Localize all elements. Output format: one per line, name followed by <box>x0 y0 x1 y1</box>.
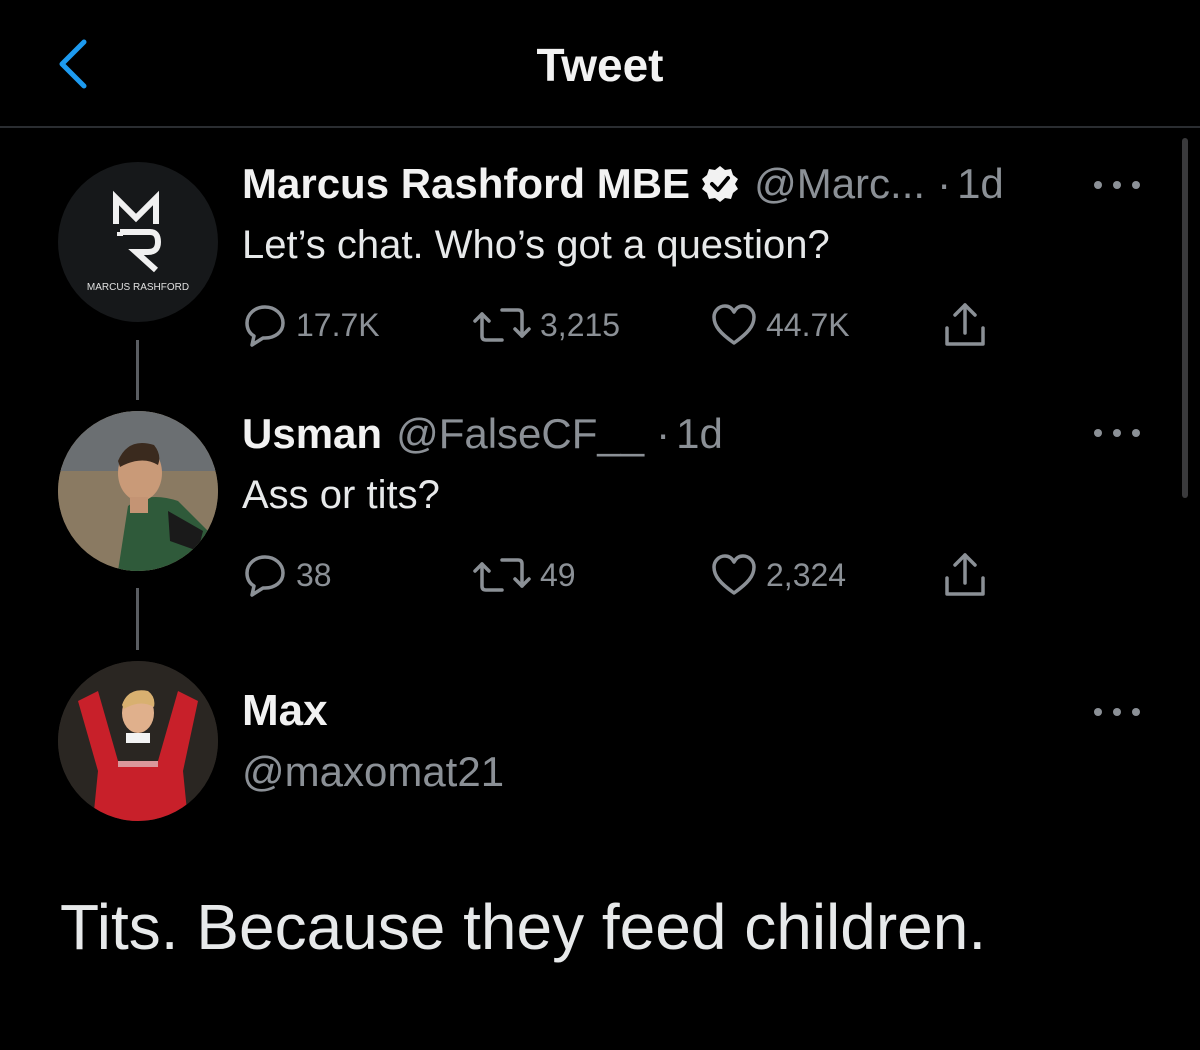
mr-logo-icon: MARCUS RASHFORD <box>87 190 189 293</box>
tweet-time: 1d <box>957 160 1004 207</box>
share-button[interactable] <box>942 300 988 350</box>
more-icon <box>1094 429 1102 437</box>
share-icon <box>945 553 985 596</box>
more-button[interactable] <box>1094 697 1140 727</box>
reply-author-handle[interactable]: @maxomat21 <box>242 748 504 796</box>
tweet-detail-screen: Tweet MARCUS RASHFORD Marcus Rashford MB… <box>0 0 1200 1050</box>
more-button[interactable] <box>1094 418 1140 448</box>
reply-count: 38 <box>296 556 332 593</box>
like-button[interactable]: 44.7K <box>710 300 850 350</box>
reply-author-name[interactable]: Max <box>242 686 328 736</box>
scrollbar[interactable] <box>1182 138 1188 498</box>
tweet-time: 1d <box>676 410 723 457</box>
author-name[interactable]: Usman <box>242 410 382 458</box>
like-count: 2,324 <box>766 556 847 593</box>
like-button[interactable]: 2,324 <box>710 550 846 600</box>
like-icon <box>712 304 756 345</box>
reply-icon <box>245 305 285 347</box>
separator-dot: · <box>937 160 952 207</box>
like-count: 44.7K <box>766 306 850 343</box>
retweet-button[interactable]: 49 <box>472 550 576 600</box>
author-handle[interactable]: @FalseCF__ <box>396 410 644 458</box>
separator-dot: · <box>656 410 671 457</box>
thread-connector <box>136 340 139 400</box>
reply-text: Tits. Because they feed children. <box>60 891 987 963</box>
tweet-text: Ass or tits? <box>242 473 440 517</box>
more-icon <box>1094 181 1102 189</box>
tweet-header: Usman @FalseCF__ · 1d <box>242 410 723 458</box>
tweet-actions: 17.7K 3,215 44.7K <box>242 300 1002 350</box>
reply-count: 17.7K <box>296 306 380 343</box>
tweet-text: Let’s chat. Who’s got a question? <box>242 223 830 267</box>
retweet-icon <box>473 308 531 342</box>
svg-text:MARCUS RASHFORD: MARCUS RASHFORD <box>87 282 189 293</box>
retweet-count: 49 <box>540 556 576 593</box>
header-bar: Tweet <box>0 0 1200 128</box>
tweet-actions: 38 49 2,324 <box>242 550 1002 600</box>
reply-icon <box>245 555 285 597</box>
avatar-usman[interactable] <box>58 411 218 571</box>
avatar-max[interactable] <box>58 661 218 821</box>
retweet-icon <box>473 558 531 592</box>
tweet-header: Marcus Rashford MBE @Marc... · 1d <box>242 160 1004 208</box>
avatar-marcus-rashford[interactable]: MARCUS RASHFORD <box>58 162 218 322</box>
author-handle[interactable]: @Marc... <box>754 160 925 208</box>
author-name[interactable]: Marcus Rashford MBE <box>242 160 690 208</box>
reply-button[interactable]: 17.7K <box>242 300 380 350</box>
reply-button[interactable]: 38 <box>242 550 332 600</box>
more-button[interactable] <box>1094 170 1140 200</box>
share-button[interactable] <box>942 550 988 600</box>
thread-connector <box>136 588 139 650</box>
page-title: Tweet <box>536 39 664 91</box>
retweet-count: 3,215 <box>540 306 621 343</box>
share-icon <box>945 303 985 346</box>
retweet-button[interactable]: 3,215 <box>472 300 620 350</box>
more-icon <box>1094 708 1102 716</box>
verified-badge-icon <box>702 166 739 202</box>
like-icon <box>712 554 756 595</box>
